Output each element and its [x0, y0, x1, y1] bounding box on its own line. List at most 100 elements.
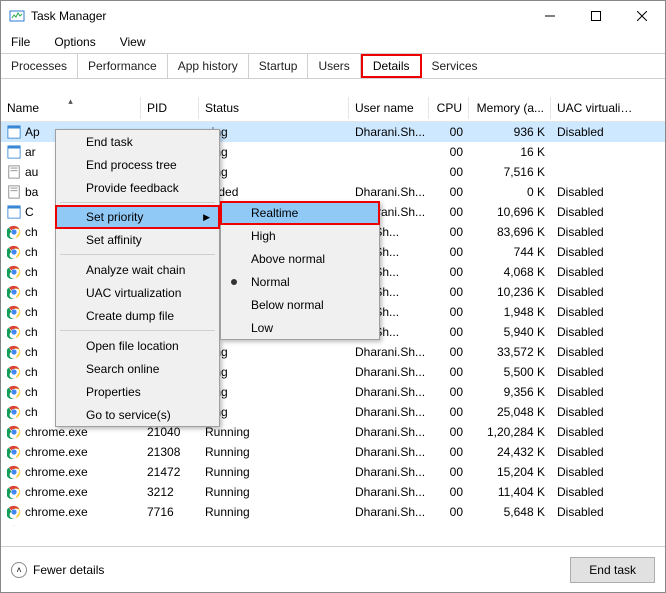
ctx-dump[interactable]: Create dump file — [56, 304, 219, 327]
menu-file[interactable]: File — [7, 33, 34, 51]
cell-cpu: 00 — [429, 223, 469, 241]
col-cpu[interactable]: CPU — [429, 97, 469, 119]
ctx-set-affinity[interactable]: Set affinity — [56, 228, 219, 251]
process-name: ch — [25, 405, 38, 419]
submenu-arrow-icon: ▶ — [203, 212, 210, 223]
process-name: ch — [25, 365, 38, 379]
tab-startup[interactable]: Startup — [249, 54, 309, 78]
cell-cpu: 00 — [429, 523, 469, 526]
priority-above-normal[interactable]: Above normal — [221, 247, 379, 270]
cell-status: Running — [199, 443, 349, 461]
cell-cpu: 00 — [429, 183, 469, 201]
priority-high[interactable]: High — [221, 224, 379, 247]
cell-user: Dharani.Sh... — [349, 403, 429, 421]
menu-view[interactable]: View — [116, 33, 150, 51]
cell-uac: Disabled — [551, 463, 637, 481]
priority-realtime[interactable]: Realtime — [220, 201, 380, 225]
process-icon — [7, 305, 21, 319]
process-name: ch — [25, 285, 38, 299]
cell-cpu: 00 — [429, 243, 469, 261]
cell-cpu: 00 — [429, 403, 469, 421]
menu-options[interactable]: Options — [50, 33, 99, 51]
cell-uac — [551, 150, 637, 154]
table-row[interactable]: chrome.exe1272RunningDharani.Sh...002,14… — [1, 522, 665, 526]
priority-below-normal[interactable]: Below normal — [221, 293, 379, 316]
cell-mem: 7,516 K — [469, 163, 551, 181]
tab-processes[interactable]: Processes — [1, 54, 78, 78]
process-name: C — [25, 205, 34, 219]
cell-status: ning — [199, 343, 349, 361]
end-task-button[interactable]: End task — [570, 557, 655, 583]
ctx-properties[interactable]: Properties — [56, 380, 219, 403]
process-name: ch — [25, 305, 38, 319]
cell-uac: Disabled — [551, 343, 637, 361]
ctx-set-priority[interactable]: Set priority▶ — [55, 205, 220, 229]
ctx-end-task[interactable]: End task — [56, 130, 219, 153]
col-status[interactable]: Status — [199, 97, 349, 119]
table-row[interactable]: chrome.exe7716RunningDharani.Sh...005,64… — [1, 502, 665, 522]
footer: ˄ Fewer details End task — [1, 546, 665, 592]
cell-uac: Disabled — [551, 383, 637, 401]
maximize-button[interactable] — [573, 1, 619, 31]
ctx-feedback[interactable]: Provide feedback — [56, 176, 219, 199]
cell-mem: 15,204 K — [469, 463, 551, 481]
process-name: chrome.exe — [25, 425, 88, 439]
cell-uac: Disabled — [551, 123, 637, 141]
table-row[interactable]: chrome.exe21472RunningDharani.Sh...0015,… — [1, 462, 665, 482]
cell-uac: Disabled — [551, 243, 637, 261]
table-row[interactable]: chrome.exe21308RunningDharani.Sh...0024,… — [1, 442, 665, 462]
priority-normal[interactable]: Normal — [221, 270, 379, 293]
cell-uac: Disabled — [551, 403, 637, 421]
cell-uac: Disabled — [551, 183, 637, 201]
col-name[interactable]: Name▴ — [1, 97, 141, 119]
cell-mem: 936 K — [469, 123, 551, 141]
ctx-end-tree[interactable]: End process tree — [56, 153, 219, 176]
process-icon — [7, 365, 21, 379]
col-mem[interactable]: Memory (a... — [469, 97, 551, 119]
cell-user: Dharani.Sh... — [349, 423, 429, 441]
cell-cpu: 00 — [429, 203, 469, 221]
process-icon — [7, 165, 21, 179]
col-pid[interactable]: PID — [141, 97, 199, 119]
minimize-button[interactable] — [527, 1, 573, 31]
ctx-go-to-service[interactable]: Go to service(s) — [56, 403, 219, 426]
cell-cpu: 00 — [429, 463, 469, 481]
tab-details[interactable]: Details — [361, 54, 422, 78]
col-uac[interactable]: UAC virtualizat... — [551, 97, 641, 119]
tab-performance[interactable]: Performance — [78, 54, 168, 78]
tab-users[interactable]: Users — [308, 54, 360, 78]
process-name: ch — [25, 225, 38, 239]
tab-app-history[interactable]: App history — [168, 54, 249, 78]
cell-mem: 1,948 K — [469, 303, 551, 321]
cell-uac: Disabled — [551, 203, 637, 221]
cell-pid: 21472 — [141, 463, 199, 481]
process-icon — [7, 525, 21, 526]
process-icon — [7, 225, 21, 239]
cell-uac: Disabled — [551, 223, 637, 241]
cell-cpu: 00 — [429, 383, 469, 401]
cell-status: ended — [199, 183, 349, 201]
process-name: chrome.exe — [25, 525, 88, 526]
priority-submenu: Realtime High Above normal Normal Below … — [220, 201, 380, 340]
table-row[interactable]: chrome.exe3212RunningDharani.Sh...0011,4… — [1, 482, 665, 502]
close-button[interactable] — [619, 1, 665, 31]
cell-mem: 9,356 K — [469, 383, 551, 401]
cell-user: Dharani.Sh... — [349, 463, 429, 481]
ctx-analyze[interactable]: Analyze wait chain — [56, 258, 219, 281]
process-icon — [7, 425, 21, 439]
cell-uac — [551, 170, 637, 174]
ctx-uac-virt[interactable]: UAC virtualization — [56, 281, 219, 304]
process-name: chrome.exe — [25, 465, 88, 479]
col-user[interactable]: User name — [349, 97, 429, 119]
cell-cpu: 00 — [429, 503, 469, 521]
cell-cpu: 00 — [429, 343, 469, 361]
priority-low[interactable]: Low — [221, 316, 379, 339]
ctx-open-location[interactable]: Open file location — [56, 334, 219, 357]
process-icon — [7, 145, 21, 159]
process-name: au — [25, 165, 38, 179]
cell-user: Dharani.Sh... — [349, 343, 429, 361]
ctx-search-online[interactable]: Search online — [56, 357, 219, 380]
fewer-details-button[interactable]: ˄ Fewer details — [11, 562, 570, 578]
cell-status: Running — [199, 423, 349, 441]
tab-services[interactable]: Services — [422, 54, 488, 78]
